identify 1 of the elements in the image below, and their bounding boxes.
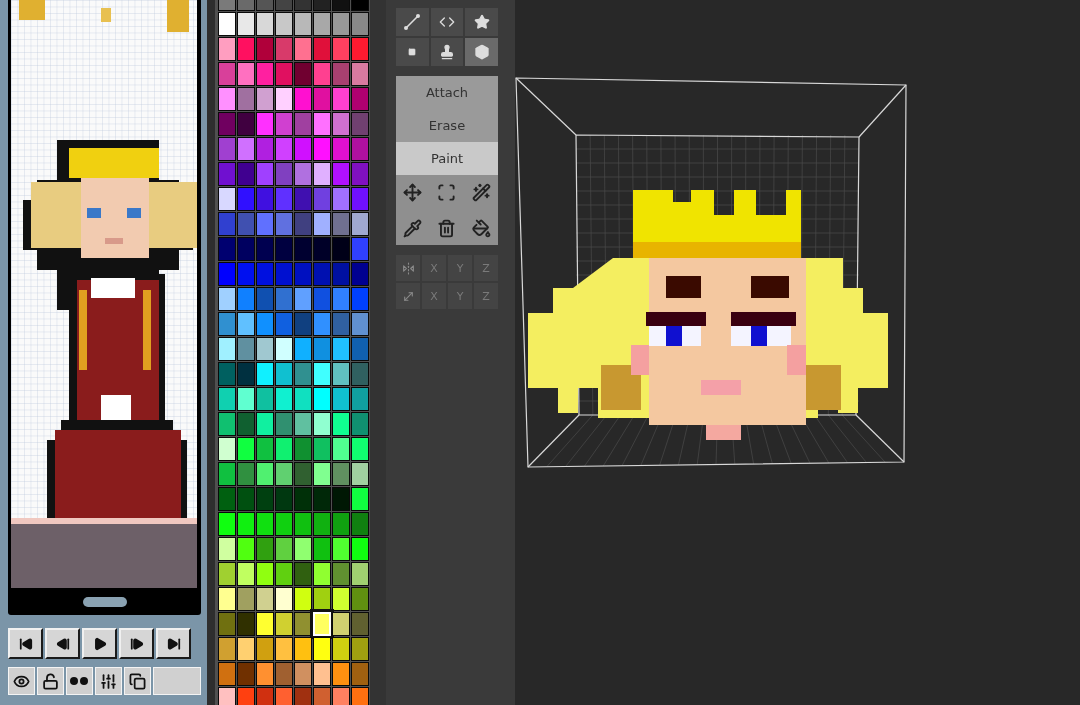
mode-button[interactable]: Paint — [396, 142, 498, 175]
